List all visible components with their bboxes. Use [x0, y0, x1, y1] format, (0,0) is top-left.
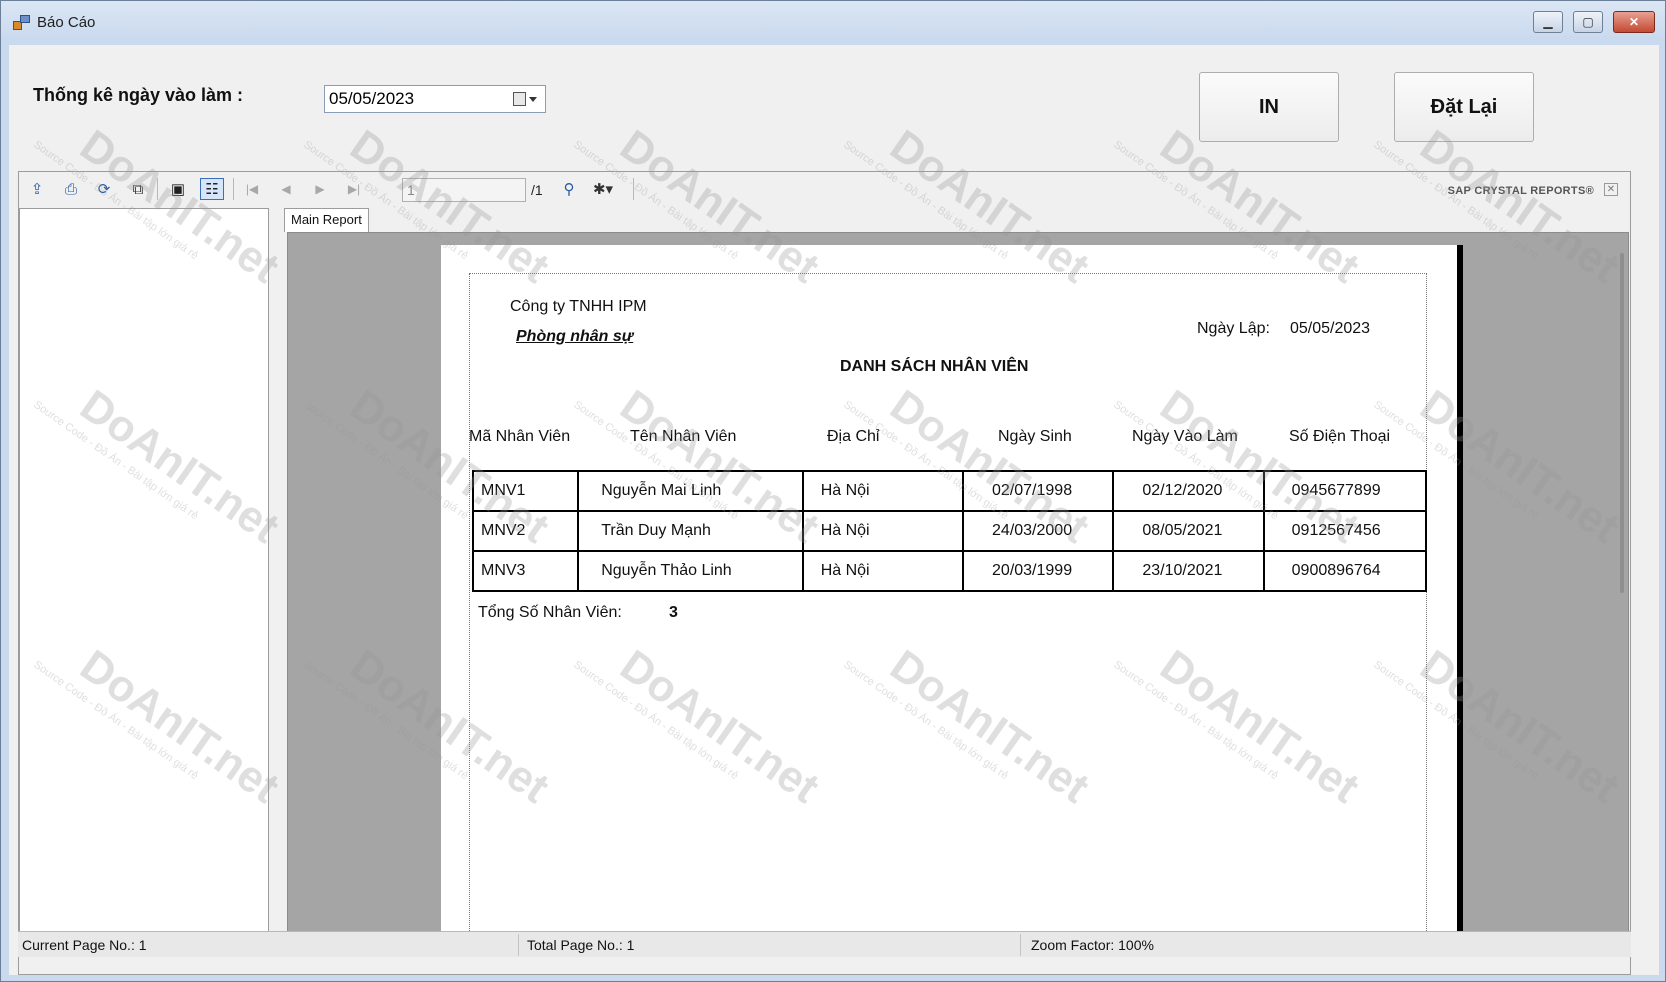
- watermark: DoAnIT.net Source Code - Đồ Án - Bài tập …: [1371, 120, 1628, 293]
- report-window: Báo Cáo ▁ ▢ ✕ Thống kê ngày vào làm : 05…: [0, 0, 1666, 982]
- watermark: DoAnIT.net Source Code - Đồ Án - Bài tập …: [301, 120, 558, 293]
- watermark: DoAnIT.net Source Code - Đồ Án - Bài tập …: [571, 640, 828, 813]
- watermark: DoAnIT.net Source Code - Đồ Án - Bài tập …: [841, 120, 1098, 293]
- watermark: DoAnIT.net Source Code - Đồ Án - Bài tập …: [1371, 640, 1628, 813]
- watermark: DoAnIT.net Source Code - Đồ Án - Bài tập …: [1111, 120, 1368, 293]
- watermark: DoAnIT.net Source Code - Đồ Án - Bài tập …: [841, 640, 1098, 813]
- watermark: DoAnIT.net Source Code - Đồ Án - Bài tập …: [841, 380, 1098, 553]
- watermark-layer: DoAnIT.net Source Code - Đồ Án - Bài tập …: [1, 1, 1666, 982]
- watermark: DoAnIT.net Source Code - Đồ Án - Bài tập …: [301, 380, 558, 553]
- watermark: DoAnIT.net Source Code - Đồ Án - Bài tập …: [31, 380, 288, 553]
- watermark: DoAnIT.net Source Code - Đồ Án - Bài tập …: [301, 640, 558, 813]
- watermark: DoAnIT.net Source Code - Đồ Án - Bài tập …: [31, 120, 288, 293]
- watermark: DoAnIT.net Source Code - Đồ Án - Bài tập …: [571, 120, 828, 293]
- watermark: DoAnIT.net Source Code - Đồ Án - Bài tập …: [1111, 640, 1368, 813]
- watermark: DoAnIT.net Source Code - Đồ Án - Bài tập …: [1111, 380, 1368, 553]
- watermark: DoAnIT.net Source Code - Đồ Án - Bài tập …: [571, 380, 828, 553]
- watermark: DoAnIT.net Source Code - Đồ Án - Bài tập …: [31, 640, 288, 813]
- watermark: DoAnIT.net Source Code - Đồ Án - Bài tập …: [1371, 380, 1628, 553]
